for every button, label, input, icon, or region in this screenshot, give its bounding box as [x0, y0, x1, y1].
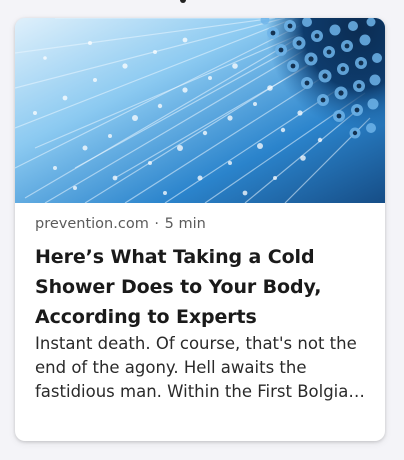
news-card[interactable]: prevention.com · 5 min Here’s What Takin…	[15, 18, 385, 441]
source-label[interactable]: prevention.com	[35, 216, 149, 232]
article-thumbnail	[15, 18, 385, 203]
news-feed-page: prevention.com · 5 min Here’s What Takin…	[0, 0, 404, 460]
article-title[interactable]: Here’s What Taking a Cold Shower Does to…	[35, 242, 365, 332]
shower-head-image	[15, 18, 385, 203]
card-body: prevention.com · 5 min Here’s What Takin…	[15, 203, 385, 404]
article-snippet: Instant death. Of course, that's not the…	[35, 334, 357, 401]
previous-card-edge	[0, 0, 404, 4]
meta-separator: ·	[154, 216, 160, 232]
previous-card-dot	[180, 0, 186, 3]
read-time-label: 5 min	[164, 216, 206, 232]
article-meta: prevention.com · 5 min	[35, 214, 365, 234]
